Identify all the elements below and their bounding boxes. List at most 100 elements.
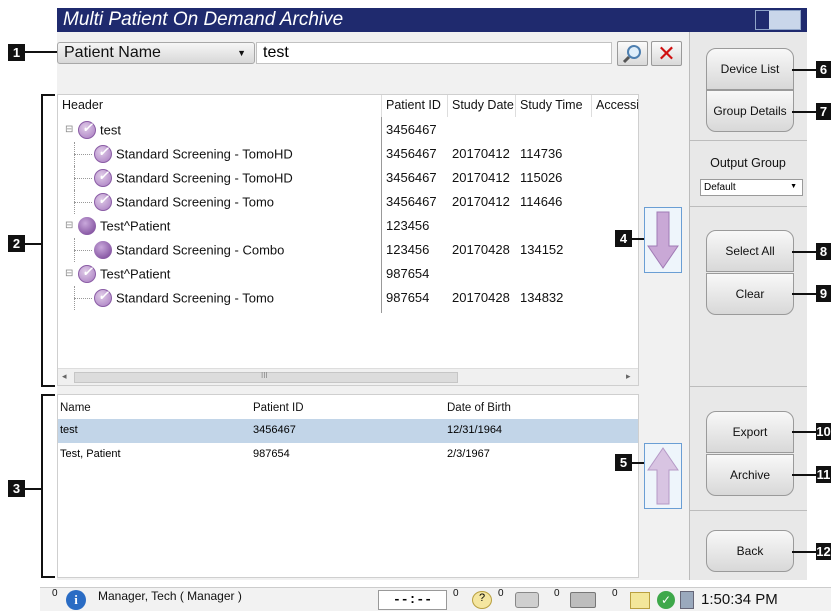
tree-row-label: ⊟ Test^Patient [65, 217, 171, 236]
move-up-button[interactable] [644, 443, 682, 509]
count-label: 0 [453, 588, 459, 599]
patient-list[interactable]: Name Patient ID Date of Birth test 345646… [57, 394, 639, 578]
tree-cell-pid: 3456467 [386, 194, 437, 209]
partial-circle-icon[interactable] [78, 217, 96, 235]
tree-row-text: Standard Screening - Tomo [116, 194, 275, 210]
tree-cell-time: 134152 [520, 242, 564, 257]
tree-row-label: Standard Screening - Tomo [94, 192, 275, 212]
column-header[interactable]: Header [58, 95, 382, 117]
info-icon[interactable]: i [66, 590, 86, 610]
title-bar: Multi Patient On Demand Archive [57, 8, 807, 32]
collapse-icon[interactable]: ⊟ [65, 268, 73, 279]
search-field-dropdown[interactable]: Patient Name ▼ [57, 42, 255, 64]
column-header[interactable]: Date of Birth [447, 402, 511, 414]
column-header[interactable]: Patient ID [382, 95, 448, 117]
scroll-right-icon[interactable]: ▸ [626, 371, 631, 382]
divider [689, 510, 807, 511]
clear-search-button[interactable]: ✕ [651, 41, 682, 66]
tree-cell-pid: 3456467 [386, 146, 437, 161]
column-header[interactable]: Patient ID [253, 402, 304, 414]
checked-circle-icon[interactable] [78, 264, 96, 283]
device-icon[interactable] [515, 592, 539, 608]
move-down-button[interactable] [644, 207, 682, 273]
patient-cell-name: test [60, 424, 78, 436]
scroll-left-icon[interactable]: ◂ [62, 371, 67, 382]
tree-cell-date: 20170428 [452, 242, 510, 257]
patient-cell-name: Test, Patient [60, 448, 121, 460]
tree-row[interactable]: Standard Screening - Tomo 987654 20170428 1… [58, 286, 638, 310]
window-title: Multi Patient On Demand Archive [63, 9, 344, 30]
tree-cell-pid: 987654 [386, 266, 430, 281]
horizontal-scrollbar[interactable]: ◂ III ▸ [58, 368, 638, 385]
collapse-icon[interactable]: ⊟ [65, 124, 73, 135]
checked-circle-icon[interactable] [94, 192, 112, 211]
notes-icon[interactable] [630, 592, 650, 609]
clear-button[interactable]: Clear [706, 273, 794, 315]
brand-logo [755, 10, 801, 30]
tree-row-text: Standard Screening - Tomo [116, 290, 275, 306]
callout-1: 1 [8, 44, 25, 61]
tree-row[interactable]: Standard Screening - TomoHD 3456467 201704… [58, 166, 638, 190]
scroll-thumb[interactable]: III [74, 371, 458, 383]
back-button[interactable]: Back [706, 530, 794, 572]
tree-cell-pid: 3456467 [386, 122, 437, 137]
help-icon[interactable]: ? [472, 591, 492, 609]
tree-cell-pid: 123456 [386, 218, 430, 233]
tree-row-text: Standard Screening - Combo [116, 242, 285, 258]
export-button[interactable]: Export [706, 411, 794, 453]
patient-row[interactable]: test 3456467 12/31/1964 [58, 419, 638, 443]
search-input[interactable] [256, 42, 612, 64]
notification-count: 0 [52, 588, 58, 599]
tree-row[interactable]: Standard Screening - Combo 123456 20170428… [58, 238, 638, 262]
checked-circle-icon[interactable] [94, 144, 112, 163]
column-header[interactable]: Study Date [448, 95, 516, 117]
status-ok-icon[interactable]: ✓ [657, 591, 675, 609]
tree-cell-time: 134832 [520, 290, 564, 305]
scroll-grip-icon: III [261, 371, 268, 380]
column-header[interactable]: Accessi [592, 95, 638, 117]
output-group-value: Default [704, 182, 736, 193]
callout-2: 2 [8, 235, 25, 252]
partial-circle-icon[interactable] [94, 241, 112, 259]
timer-display: --:-- [378, 590, 447, 610]
tree-row[interactable]: Standard Screening - TomoHD 3456467 201704… [58, 142, 638, 166]
patient-row[interactable]: Test, Patient 987654 2/3/1967 [58, 443, 638, 467]
status-bar: 0 i Manager, Tech ( Manager ) --:-- 0 ? … [40, 587, 831, 611]
column-header[interactable]: Study Time [516, 95, 592, 117]
tree-row-text: Standard Screening - TomoHD [116, 146, 293, 162]
checked-circle-icon[interactable] [94, 168, 112, 187]
collapse-icon[interactable]: ⊟ [65, 220, 73, 231]
tree-cell-pid: 123456 [386, 242, 430, 257]
callout-3: 3 [8, 480, 25, 497]
checked-circle-icon[interactable] [78, 120, 96, 139]
callout-7: 7 [816, 103, 831, 120]
output-group-dropdown[interactable]: Default ▼ [700, 179, 803, 196]
divider [689, 140, 807, 141]
callout-8: 8 [816, 243, 831, 260]
tree-row[interactable]: ⊟ test 3456467 [58, 118, 638, 142]
device-list-button[interactable]: Device List [706, 48, 794, 90]
close-icon: ✕ [657, 41, 676, 66]
tree-row[interactable]: ⊟ Test^Patient 987654 [58, 262, 638, 286]
patient-cell-pid: 987654 [253, 448, 290, 460]
tree-row-text: Test^Patient [100, 218, 171, 234]
search-button[interactable] [617, 41, 648, 66]
network-icon[interactable] [680, 591, 694, 609]
study-tree[interactable]: Header Patient ID Study Date Study Time … [57, 94, 639, 386]
tree-row[interactable]: Standard Screening - Tomo 3456467 20170412… [58, 190, 638, 214]
tree-cell-date: 20170412 [452, 194, 510, 209]
clock: 1:50:34 PM [701, 591, 778, 608]
group-details-button[interactable]: Group Details [706, 90, 794, 132]
printer-icon[interactable] [570, 592, 596, 608]
chevron-down-icon: ▼ [237, 48, 246, 58]
tree-row[interactable]: ⊟ Test^Patient 123456 [58, 214, 638, 238]
tree-cell-time: 114646 [520, 194, 563, 209]
arrow-up-icon [647, 447, 679, 505]
select-all-button[interactable]: Select All [706, 230, 794, 272]
checked-circle-icon[interactable] [94, 288, 112, 307]
tree-cell-date: 20170412 [452, 170, 510, 185]
archive-button[interactable]: Archive [706, 454, 794, 496]
current-user: Manager, Tech ( Manager ) [98, 589, 242, 603]
column-header[interactable]: Name [60, 402, 91, 414]
search-field-value: Patient Name [64, 44, 161, 61]
